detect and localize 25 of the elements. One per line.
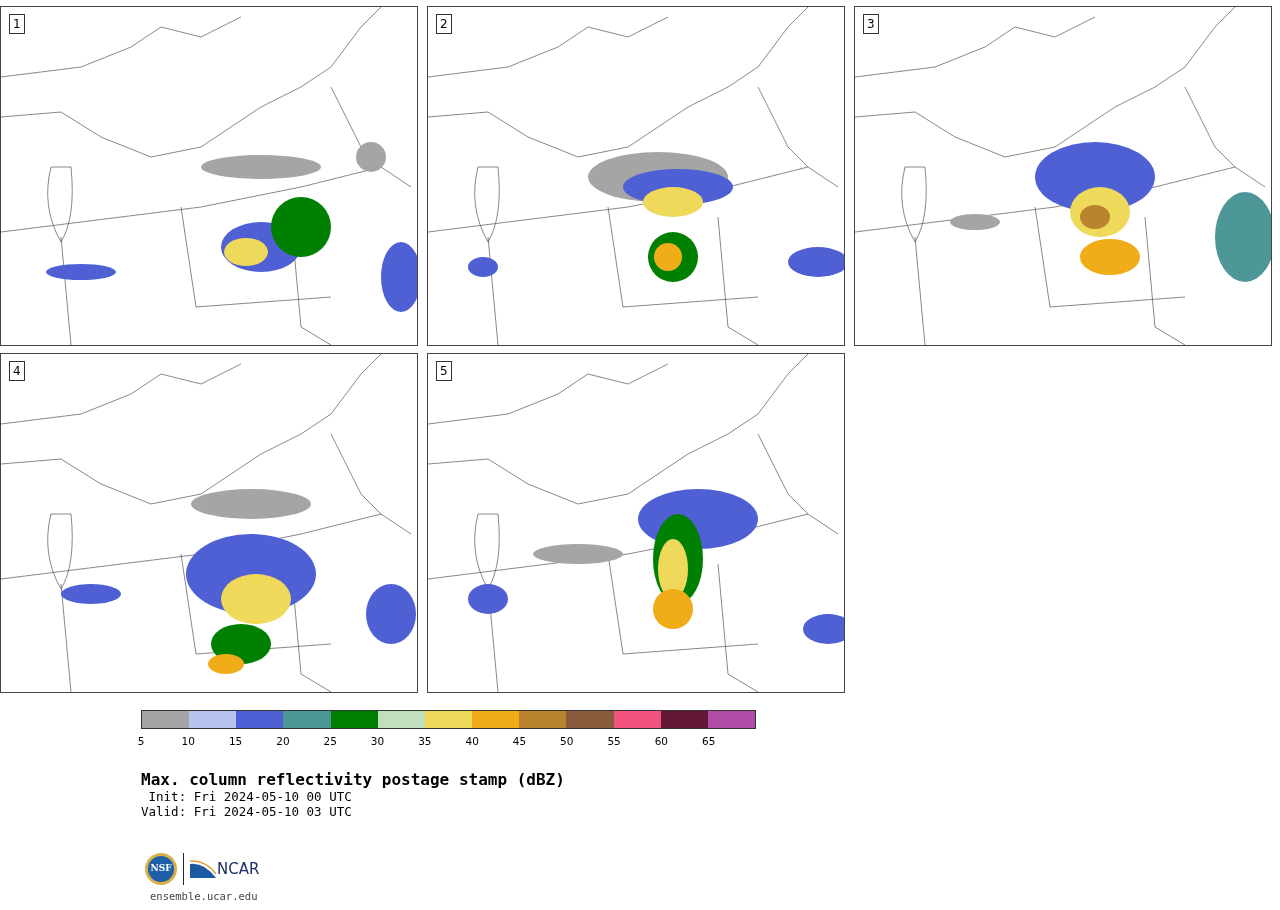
valid-time: Valid: Fri 2024-05-10 03 UTC — [141, 804, 353, 819]
panel-number: 4 — [9, 361, 25, 381]
tick-label: 60 — [654, 735, 669, 747]
tick-label: 20 — [276, 735, 290, 747]
init-time: Init: Fri 2024-05-10 00 UTC — [147, 789, 353, 804]
tick-label: 15 — [228, 735, 243, 747]
tick-label: 5 — [137, 735, 145, 747]
tick-label: 40 — [465, 735, 479, 747]
plot-title: Max. column reflectivity postage stamp (dBZ) — [141, 771, 566, 789]
ncar-swoosh-icon — [190, 860, 216, 878]
ncar-logo-text: NCAR — [217, 858, 260, 880]
tick-label: 30 — [370, 735, 385, 747]
tick-label: 65 — [702, 735, 716, 747]
website-url: ensemble.ucar.edu — [149, 889, 259, 904]
tick-label: 25 — [323, 735, 337, 747]
tick-label: 55 — [607, 735, 621, 747]
tick-label: 10 — [181, 735, 195, 747]
nsf-logo: NSF — [145, 853, 177, 885]
tick-label: 50 — [560, 735, 574, 747]
panel-number: 2 — [436, 14, 452, 34]
tick-label: 45 — [512, 735, 527, 747]
panel-number: 3 — [863, 14, 879, 34]
panel-number: 1 — [9, 14, 25, 34]
panel-number: 5 — [436, 361, 452, 381]
tick-label: 35 — [418, 735, 432, 747]
